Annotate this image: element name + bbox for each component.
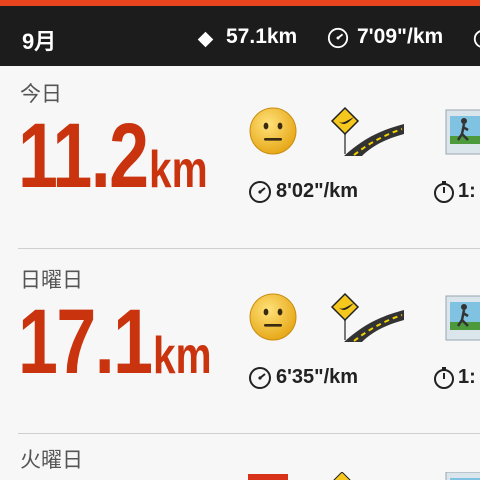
run-distance-value: 17.1 xyxy=(18,291,153,393)
road-sign-icon xyxy=(333,472,351,480)
road-icon xyxy=(330,292,404,342)
neutral-face-icon xyxy=(249,293,297,341)
stopwatch-icon xyxy=(473,30,480,48)
neutral-face-icon xyxy=(249,107,297,155)
run-day-label: 今日 xyxy=(20,82,62,106)
entry-divider xyxy=(18,248,480,249)
run-pace-value: 8'02"/km xyxy=(276,180,359,202)
pace-gauge-icon xyxy=(249,181,271,203)
road-icon xyxy=(330,106,404,156)
pace-gauge-icon xyxy=(249,367,271,389)
stopwatch-icon xyxy=(434,181,454,203)
run-distance: 11.2km xyxy=(18,110,208,202)
total-distance: 57.1km xyxy=(226,25,298,48)
distance-diamond-icon xyxy=(197,31,214,48)
month-summary-header[interactable]: 9月 57.1km 7'09"/km xyxy=(0,6,480,66)
run-distance-unit: km xyxy=(152,327,212,385)
runner-photo-icon xyxy=(445,472,480,480)
runner-photo-icon xyxy=(445,109,480,155)
mood-icon xyxy=(248,474,288,480)
run-entry-tuesday[interactable]: 火曜日 xyxy=(0,434,480,480)
run-entry-today[interactable]: 今日 11.2km 8'02"/km 1: xyxy=(0,66,480,246)
month-label: 9月 xyxy=(22,29,57,54)
run-entry-sunday[interactable]: 日曜日 17.1km 6'35"/km 1: xyxy=(0,252,480,432)
run-distance-unit: km xyxy=(149,141,208,199)
run-pace-value: 6'35"/km xyxy=(276,366,359,388)
run-day-label: 火曜日 xyxy=(20,448,83,472)
run-distance: 17.1km xyxy=(18,296,212,388)
run-duration-value: 1: xyxy=(458,366,476,388)
run-day-label: 日曜日 xyxy=(20,268,83,292)
stopwatch-icon xyxy=(434,367,454,389)
average-pace: 7'09"/km xyxy=(357,25,444,48)
pace-gauge-icon xyxy=(327,27,349,49)
run-duration-value: 1: xyxy=(458,180,476,202)
run-distance-value: 11.2 xyxy=(18,105,149,207)
runner-photo-icon xyxy=(445,295,480,341)
